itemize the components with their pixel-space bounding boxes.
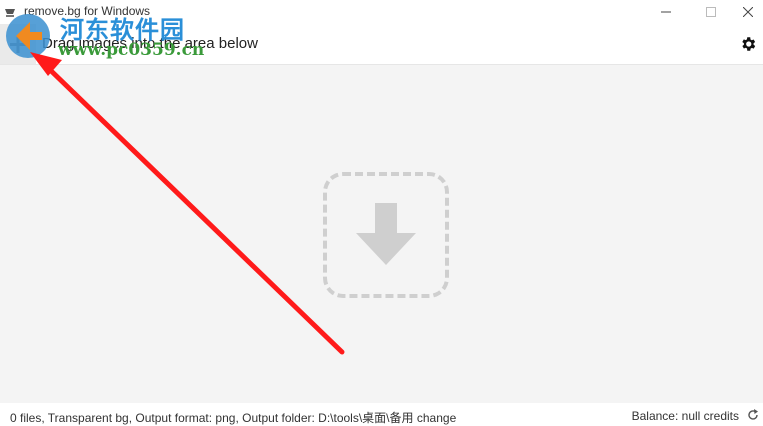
status-bar: 0 files, Transparent bg, Output format: … bbox=[0, 403, 763, 425]
toolbar: Drag images into the area below bbox=[0, 24, 763, 65]
settings-button[interactable] bbox=[733, 28, 763, 60]
plus-icon bbox=[10, 36, 26, 53]
status-summary-text: 0 files, Transparent bg, Output format: … bbox=[10, 411, 414, 425]
drag-instruction: Drag images into the area below bbox=[42, 35, 258, 52]
refresh-icon[interactable] bbox=[747, 409, 759, 424]
maximize-button[interactable] bbox=[688, 0, 734, 24]
app-icon bbox=[4, 5, 16, 17]
change-folder-link[interactable]: change bbox=[417, 411, 456, 425]
drop-target[interactable] bbox=[323, 172, 449, 298]
add-images-button[interactable] bbox=[0, 24, 36, 64]
minimize-button[interactable] bbox=[643, 0, 689, 24]
window-title: remove.bg for Windows bbox=[24, 4, 151, 18]
balance-text: Balance: null credits bbox=[631, 409, 739, 423]
gear-icon bbox=[742, 37, 756, 51]
drop-zone[interactable] bbox=[0, 65, 763, 403]
status-summary: 0 files, Transparent bg, Output format: … bbox=[10, 409, 456, 426]
download-arrow-icon bbox=[356, 203, 416, 265]
title-bar: remove.bg for Windows bbox=[0, 0, 763, 24]
close-button[interactable] bbox=[733, 0, 763, 24]
